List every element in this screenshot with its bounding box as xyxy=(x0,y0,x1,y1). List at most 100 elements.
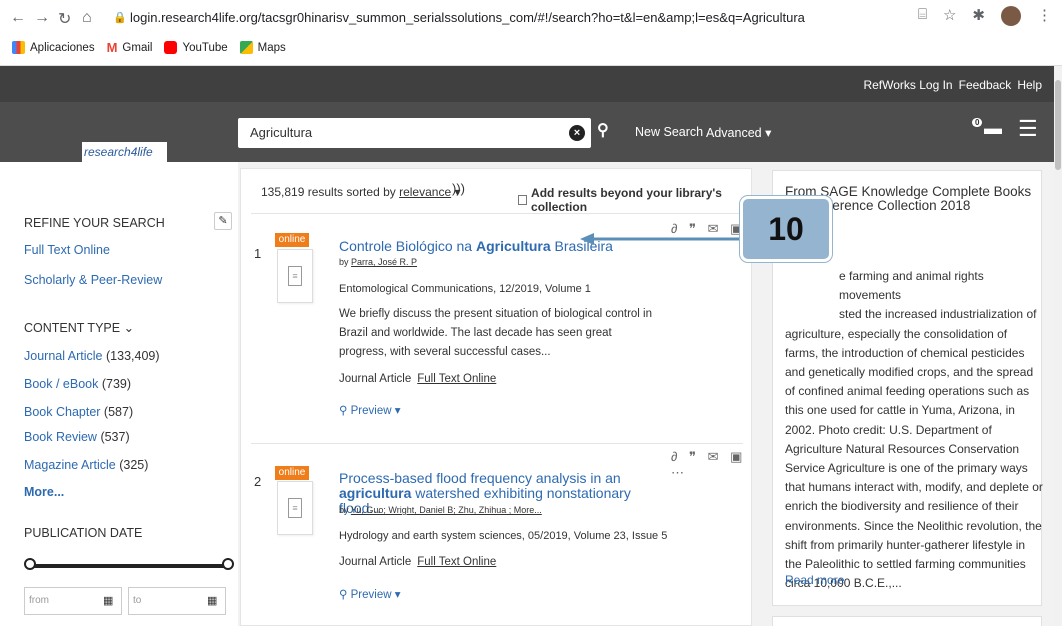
clear-search-icon[interactable]: × xyxy=(569,125,585,141)
scrollbar-thumb[interactable] xyxy=(1055,80,1061,170)
rss-icon[interactable]: ))) xyxy=(452,181,465,196)
avatar[interactable] xyxy=(1001,6,1021,26)
author-link[interactable]: Parra, José R. P xyxy=(351,257,417,267)
search-value: Agricultura xyxy=(250,125,313,140)
document-icon[interactable]: ≡ xyxy=(277,481,313,535)
kebab-menu-icon[interactable]: ⋮ xyxy=(1037,6,1052,26)
content-type-book-chapter[interactable]: Book Chapter (587) xyxy=(24,405,133,419)
bookmark-label: Maps xyxy=(257,41,286,54)
result-format: Journal Article Full Text Online xyxy=(339,373,496,385)
bookmark-apps[interactable]: Aplicaciones xyxy=(12,41,95,54)
advanced-search-dropdown[interactable]: Advanced ▾ xyxy=(706,125,771,140)
bookmark-label: Aplicaciones xyxy=(30,41,95,54)
divider xyxy=(251,213,743,214)
filter-full-text-online[interactable]: Full Text Online xyxy=(24,243,110,257)
format-label: Journal Article xyxy=(339,373,412,385)
checkbox[interactable] xyxy=(518,195,528,205)
address-bar[interactable]: 🔒 login.research4life.org/tacsgr0hinaris… xyxy=(110,5,880,31)
extensions-icon[interactable]: ✱ xyxy=(972,6,985,26)
content-type-label: Magazine Article xyxy=(24,458,116,472)
new-search-link[interactable]: New Search xyxy=(635,125,703,139)
home-icon[interactable]: ⌂ xyxy=(82,9,92,27)
reload-icon[interactable]: ↻ xyxy=(58,9,71,29)
gmail-icon: M xyxy=(106,40,118,55)
youtube-icon xyxy=(164,41,178,54)
second-card xyxy=(772,616,1042,626)
feedback-link[interactable]: Feedback xyxy=(959,78,1012,92)
calendar-icon[interactable]: ▦ xyxy=(207,594,217,607)
bookmarks-bar: Aplicaciones M Gmail YouTube Maps xyxy=(12,40,286,55)
title-highlight: Agricultura xyxy=(475,238,551,254)
saved-items-folder[interactable]: 0 ▬ xyxy=(972,118,1002,139)
title-part: Process-based flood frequency analysis i… xyxy=(339,470,621,486)
back-icon[interactable]: ← xyxy=(10,9,26,27)
card-text-line: e farming and animal rights movements xyxy=(839,269,984,303)
browser-chrome: ← → ↻ ⌂ 🔒 login.research4life.org/tacsgr… xyxy=(0,0,1062,66)
author-link[interactable]: Yu, Guo; Wright, Daniel B; Zhu, Zhihua ;… xyxy=(351,505,542,515)
full-text-link[interactable]: Full Text Online xyxy=(417,556,496,568)
preview-toggle[interactable]: ⚲ Preview ▾ xyxy=(339,587,401,601)
help-link[interactable]: Help xyxy=(1017,78,1042,92)
by-label: by xyxy=(339,257,349,267)
title-part: Controle Biológico na xyxy=(339,238,476,254)
bookmark-gmail[interactable]: M Gmail xyxy=(107,40,153,55)
search-icon[interactable]: ⚲ xyxy=(597,120,609,140)
date-slider-end-handle[interactable] xyxy=(222,558,234,570)
apps-icon xyxy=(12,41,25,54)
full-text-link[interactable]: Full Text Online xyxy=(417,373,496,385)
search-input[interactable]: Agricultura × xyxy=(238,118,591,148)
bookmark-label: Gmail xyxy=(122,41,153,54)
annotation-arrow xyxy=(580,233,740,245)
read-more-link[interactable]: Read more xyxy=(785,573,844,587)
bookmark-youtube[interactable]: YouTube xyxy=(164,41,228,54)
hamburger-menu-icon[interactable]: ☰ xyxy=(1018,116,1038,142)
top-links: RefWorks Log In Feedback Help xyxy=(863,78,1042,92)
content-type-count: (133,409) xyxy=(106,349,160,363)
result-number: 2 xyxy=(254,474,262,489)
divider xyxy=(251,443,743,444)
star-icon[interactable]: ☆ xyxy=(943,6,956,26)
result-abstract: We briefly discuss the present situation… xyxy=(339,308,653,358)
content-type-count: (537) xyxy=(100,430,130,444)
results-count-text: 135,819 results sorted by xyxy=(261,185,396,199)
forward-icon[interactable]: → xyxy=(34,9,50,27)
result-tools[interactable]: ∂ ❞ ✉ ▣ ⋯ xyxy=(671,449,753,481)
refworks-link[interactable]: RefWorks Log In xyxy=(863,78,952,92)
filter-scholarly-peer-review[interactable]: Scholarly & Peer-Review xyxy=(24,273,162,287)
content-type-count: (587) xyxy=(103,405,134,419)
maps-icon xyxy=(239,41,253,54)
url-text: login.research4life.org/tacsgr0hinarisv_… xyxy=(130,10,805,25)
content-type-count: (325) xyxy=(119,458,149,472)
preview-toggle[interactable]: ⚲ Preview ▾ xyxy=(339,403,401,417)
content-type-count: (739) xyxy=(101,377,132,391)
content-type-book-review[interactable]: Book Review (537) xyxy=(24,430,130,444)
more-content-types-link[interactable]: More... xyxy=(24,485,64,499)
by-label: by xyxy=(339,505,349,515)
sort-dropdown[interactable]: relevance xyxy=(399,185,451,199)
browser-toolbar: ⌸ ☆ ✱ ⋮ xyxy=(918,6,1052,26)
content-type-heading[interactable]: CONTENT TYPE ⌄ xyxy=(24,320,134,335)
annotation-callout: 10 xyxy=(740,196,832,262)
result-source: Entomological Communications, 12/2019, V… xyxy=(339,283,591,295)
publication-date-heading: PUBLICATION DATE xyxy=(24,526,143,540)
content-type-magazine-article[interactable]: Magazine Article (325) xyxy=(24,458,148,472)
result-source: Hydrology and earth system sciences, 05/… xyxy=(339,530,668,542)
beyond-collection-checkbox[interactable]: Add results beyond your library's collec… xyxy=(518,186,751,214)
date-slider-track[interactable] xyxy=(30,564,228,568)
content-type-journal-article[interactable]: Journal Article (133,409) xyxy=(24,349,160,363)
result-title[interactable]: Controle Biológico na Agricultura Brasil… xyxy=(339,239,613,254)
preview-label: Preview xyxy=(350,589,392,601)
content-type-book-ebook[interactable]: Book / eBook (739) xyxy=(24,377,131,391)
document-icon[interactable]: ≡ xyxy=(277,249,313,303)
bookmark-maps[interactable]: Maps xyxy=(239,41,286,54)
content-type-label: Journal Article xyxy=(24,349,103,363)
content-type-label: Book Chapter xyxy=(24,405,101,419)
research4life-logo[interactable]: research4life xyxy=(82,142,167,162)
calendar-icon[interactable]: ▦ xyxy=(103,594,113,607)
refine-heading: REFINE YOUR SEARCH xyxy=(24,216,165,230)
format-label: Journal Article xyxy=(339,556,412,568)
date-slider-start-handle[interactable] xyxy=(24,558,36,570)
translate-icon[interactable]: ⌸ xyxy=(918,6,927,26)
edit-pencil-icon[interactable]: ✎ xyxy=(214,212,232,230)
logo-text: research4life xyxy=(84,145,153,159)
